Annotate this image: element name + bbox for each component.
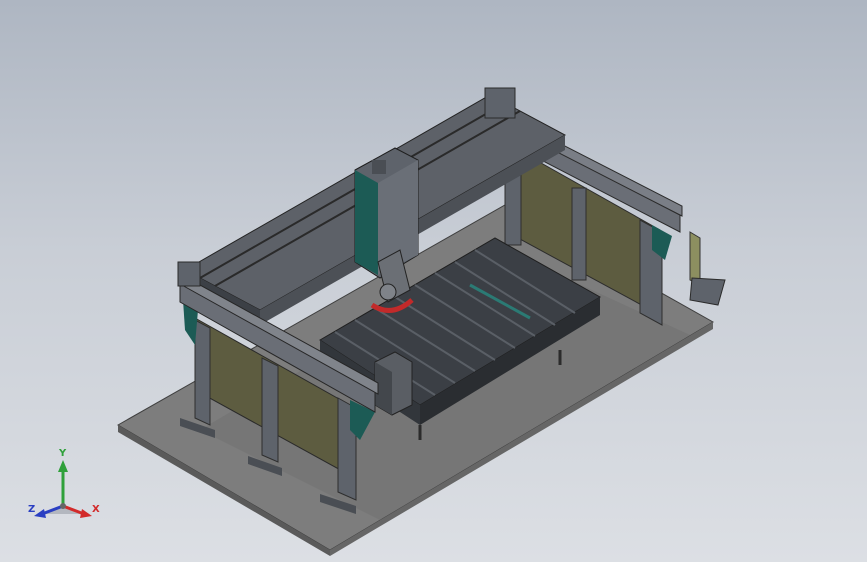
side-attachment: [689, 231, 726, 306]
control-cabinet: [374, 351, 413, 416]
y-axis-arrow: [58, 460, 68, 472]
graphics-viewport[interactable]: Y X Z: [0, 0, 867, 562]
triad-origin: [60, 503, 66, 509]
z-axis-arrow: [34, 509, 46, 518]
view-triad[interactable]: Y X Z: [26, 448, 106, 528]
z-axis-label: Z: [28, 504, 36, 515]
x-axis-arrow: [80, 509, 92, 518]
x-axis-label: X: [92, 504, 100, 515]
y-axis-label: Y: [59, 448, 67, 459]
cnc-gantry-model[interactable]: [0, 0, 867, 562]
